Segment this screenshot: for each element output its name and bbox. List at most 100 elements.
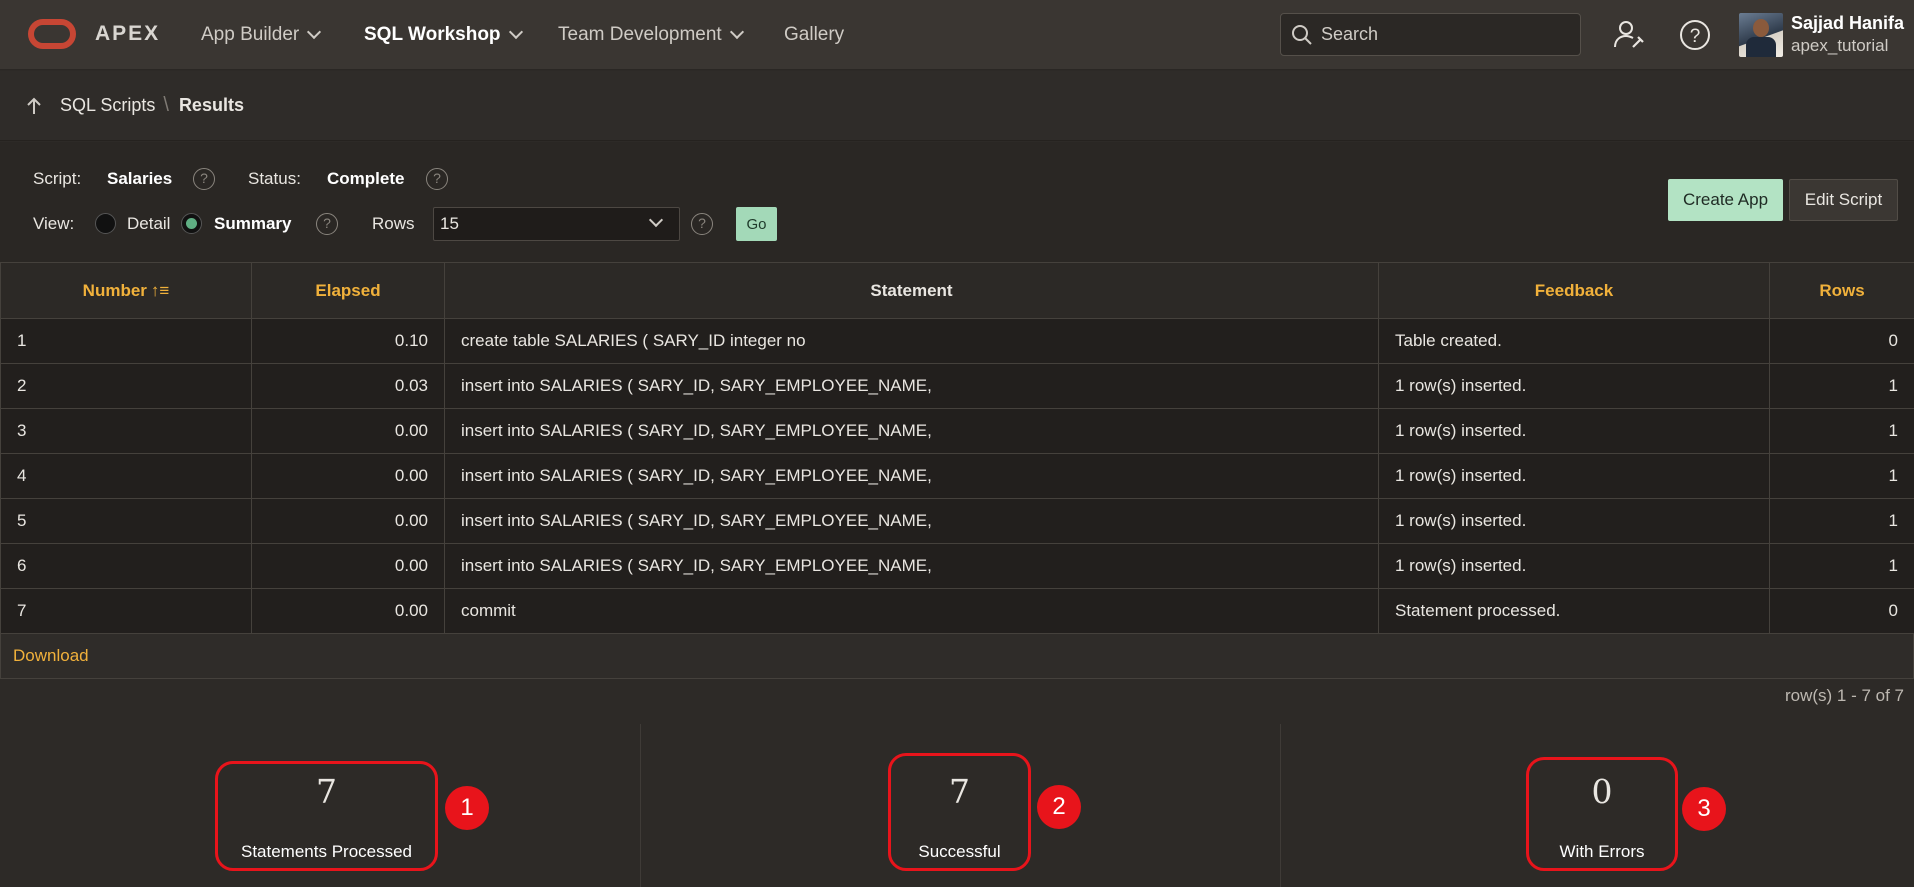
annotation-marker: 2: [1037, 785, 1081, 829]
chevron-down-icon: [648, 212, 664, 228]
table-row: 5 0.00 insert into SALARIES ( SARY_ID, S…: [0, 498, 1914, 544]
nav-sql-workshop[interactable]: SQL Workshop: [364, 24, 523, 46]
column-header-feedback[interactable]: Feedback: [1378, 262, 1770, 319]
view-detail-label[interactable]: Detail: [127, 214, 170, 234]
column-header-elapsed[interactable]: Elapsed: [251, 262, 445, 319]
stat-value: 7: [949, 772, 970, 811]
search-input[interactable]: [1321, 24, 1561, 45]
help-icon[interactable]: ?: [193, 168, 215, 190]
cell-elapsed: 0.00: [251, 408, 445, 454]
script-label: Script:: [33, 169, 82, 188]
cell-number: 5: [0, 498, 252, 544]
arrow-up-icon[interactable]: [26, 97, 42, 115]
oracle-logo-icon[interactable]: [28, 19, 76, 49]
table-row: 7 0.00 commit Statement processed. 0: [0, 588, 1914, 634]
view-detail-radio[interactable]: [95, 213, 116, 234]
table-row: 2 0.03 insert into SALARIES ( SARY_ID, S…: [0, 363, 1914, 409]
cell-number: 7: [0, 588, 252, 634]
with-errors-stat: 0 With Errors: [1526, 757, 1678, 871]
column-header-rows[interactable]: Rows: [1769, 262, 1914, 319]
cell-rows: 1: [1769, 408, 1914, 454]
cell-statement: insert into SALARIES ( SARY_ID, SARY_EMP…: [444, 498, 1379, 544]
nav-app-builder[interactable]: App Builder: [201, 24, 322, 46]
cell-statement: create table SALARIES ( SARY_ID integer …: [444, 318, 1379, 364]
help-icon[interactable]: ?: [316, 213, 338, 235]
svg-text:?: ?: [1690, 26, 1701, 47]
cell-elapsed: 0.10: [251, 318, 445, 364]
breadcrumb-current: Results: [178, 95, 244, 115]
stat-value: 7: [316, 772, 337, 811]
status-value: Complete: [327, 169, 405, 188]
annotation-marker: 1: [445, 786, 489, 830]
status-label: Status:: [248, 169, 301, 188]
cell-feedback: Table created.: [1378, 318, 1770, 364]
stat-label: Successful: [918, 842, 1001, 861]
summary-divider: [1280, 724, 1281, 887]
cell-statement: commit: [444, 588, 1379, 634]
top-navigation-bar: APEX App Builder SQL Workshop Team Devel…: [0, 0, 1914, 70]
cell-elapsed: 0.00: [251, 588, 445, 634]
search-icon: [1292, 24, 1312, 45]
cell-statement: insert into SALARIES ( SARY_ID, SARY_EMP…: [444, 453, 1379, 499]
table-row: 6 0.00 insert into SALARIES ( SARY_ID, S…: [0, 543, 1914, 589]
download-row: Download: [0, 634, 1914, 679]
column-header-statement: Statement: [444, 262, 1379, 319]
cell-number: 4: [0, 453, 252, 499]
download-link[interactable]: Download: [13, 646, 89, 666]
administration-icon[interactable]: [1611, 17, 1647, 53]
pagination-info: row(s) 1 - 7 of 7: [1784, 686, 1904, 705]
cell-feedback: 1 row(s) inserted.: [1378, 543, 1770, 589]
nav-label: App Builder: [201, 24, 300, 45]
nav-label: Gallery: [784, 24, 845, 45]
breadcrumb-separator: \: [163, 94, 169, 116]
user-name[interactable]: Sajjad Hanifa: [1791, 13, 1904, 34]
cell-number: 2: [0, 363, 252, 409]
column-header-number[interactable]: Number ↑≡: [0, 262, 252, 319]
cell-number: 1: [0, 318, 252, 364]
cell-elapsed: 0.03: [251, 363, 445, 409]
table-row: 4 0.00 insert into SALARIES ( SARY_ID, S…: [0, 453, 1914, 499]
help-icon[interactable]: ?: [426, 168, 448, 190]
view-summary-radio[interactable]: [181, 213, 202, 234]
chevron-down-icon: [307, 24, 322, 40]
view-summary-label[interactable]: Summary: [214, 214, 291, 234]
successful-stat: 7 Successful: [888, 753, 1031, 871]
cell-number: 3: [0, 408, 252, 454]
sort-ascending-icon: ↑≡: [150, 280, 170, 300]
script-name: Salaries: [107, 169, 173, 188]
stat-label: With Errors: [1559, 842, 1645, 861]
rows-select[interactable]: 15: [433, 207, 680, 241]
avatar[interactable]: [1739, 13, 1783, 57]
go-button[interactable]: Go: [736, 207, 777, 241]
column-header-label: Number: [82, 280, 147, 300]
cell-feedback: 1 row(s) inserted.: [1378, 363, 1770, 409]
cell-feedback: Statement processed.: [1378, 588, 1770, 634]
view-label: View:: [33, 214, 75, 233]
statements-processed-stat: 7 Statements Processed: [215, 761, 438, 871]
cell-statement: insert into SALARIES ( SARY_ID, SARY_EMP…: [444, 543, 1379, 589]
script-info-panel: Script: Salaries ? Status: Complete ? Vi…: [0, 142, 1914, 262]
create-app-button[interactable]: Create App: [1668, 179, 1783, 221]
stat-label: Statements Processed: [240, 842, 413, 861]
stat-value: 0: [1591, 772, 1613, 811]
cell-feedback: 1 row(s) inserted.: [1378, 453, 1770, 499]
cell-rows: 0: [1769, 318, 1914, 364]
cell-elapsed: 0.00: [251, 543, 445, 589]
edit-script-button[interactable]: Edit Script: [1789, 179, 1898, 221]
nav-team-development[interactable]: Team Development: [558, 24, 744, 46]
search-box[interactable]: [1280, 13, 1581, 56]
nav-label: SQL Workshop: [364, 24, 501, 45]
chevron-down-icon: [508, 24, 523, 40]
breadcrumb-sql-scripts[interactable]: SQL Scripts: [60, 95, 155, 116]
cell-number: 6: [0, 543, 252, 589]
nav-gallery[interactable]: Gallery: [784, 24, 844, 46]
cell-rows: 1: [1769, 363, 1914, 409]
table-row: 3 0.00 insert into SALARIES ( SARY_ID, S…: [0, 408, 1914, 454]
cell-elapsed: 0.00: [251, 453, 445, 499]
help-icon[interactable]: ?: [691, 213, 713, 235]
cell-rows: 1: [1769, 543, 1914, 589]
app-logo-text[interactable]: APEX: [95, 22, 160, 46]
breadcrumb: SQL Scripts \ Results: [0, 71, 1914, 141]
cell-feedback: 1 row(s) inserted.: [1378, 408, 1770, 454]
help-icon[interactable]: ?: [1677, 17, 1713, 53]
